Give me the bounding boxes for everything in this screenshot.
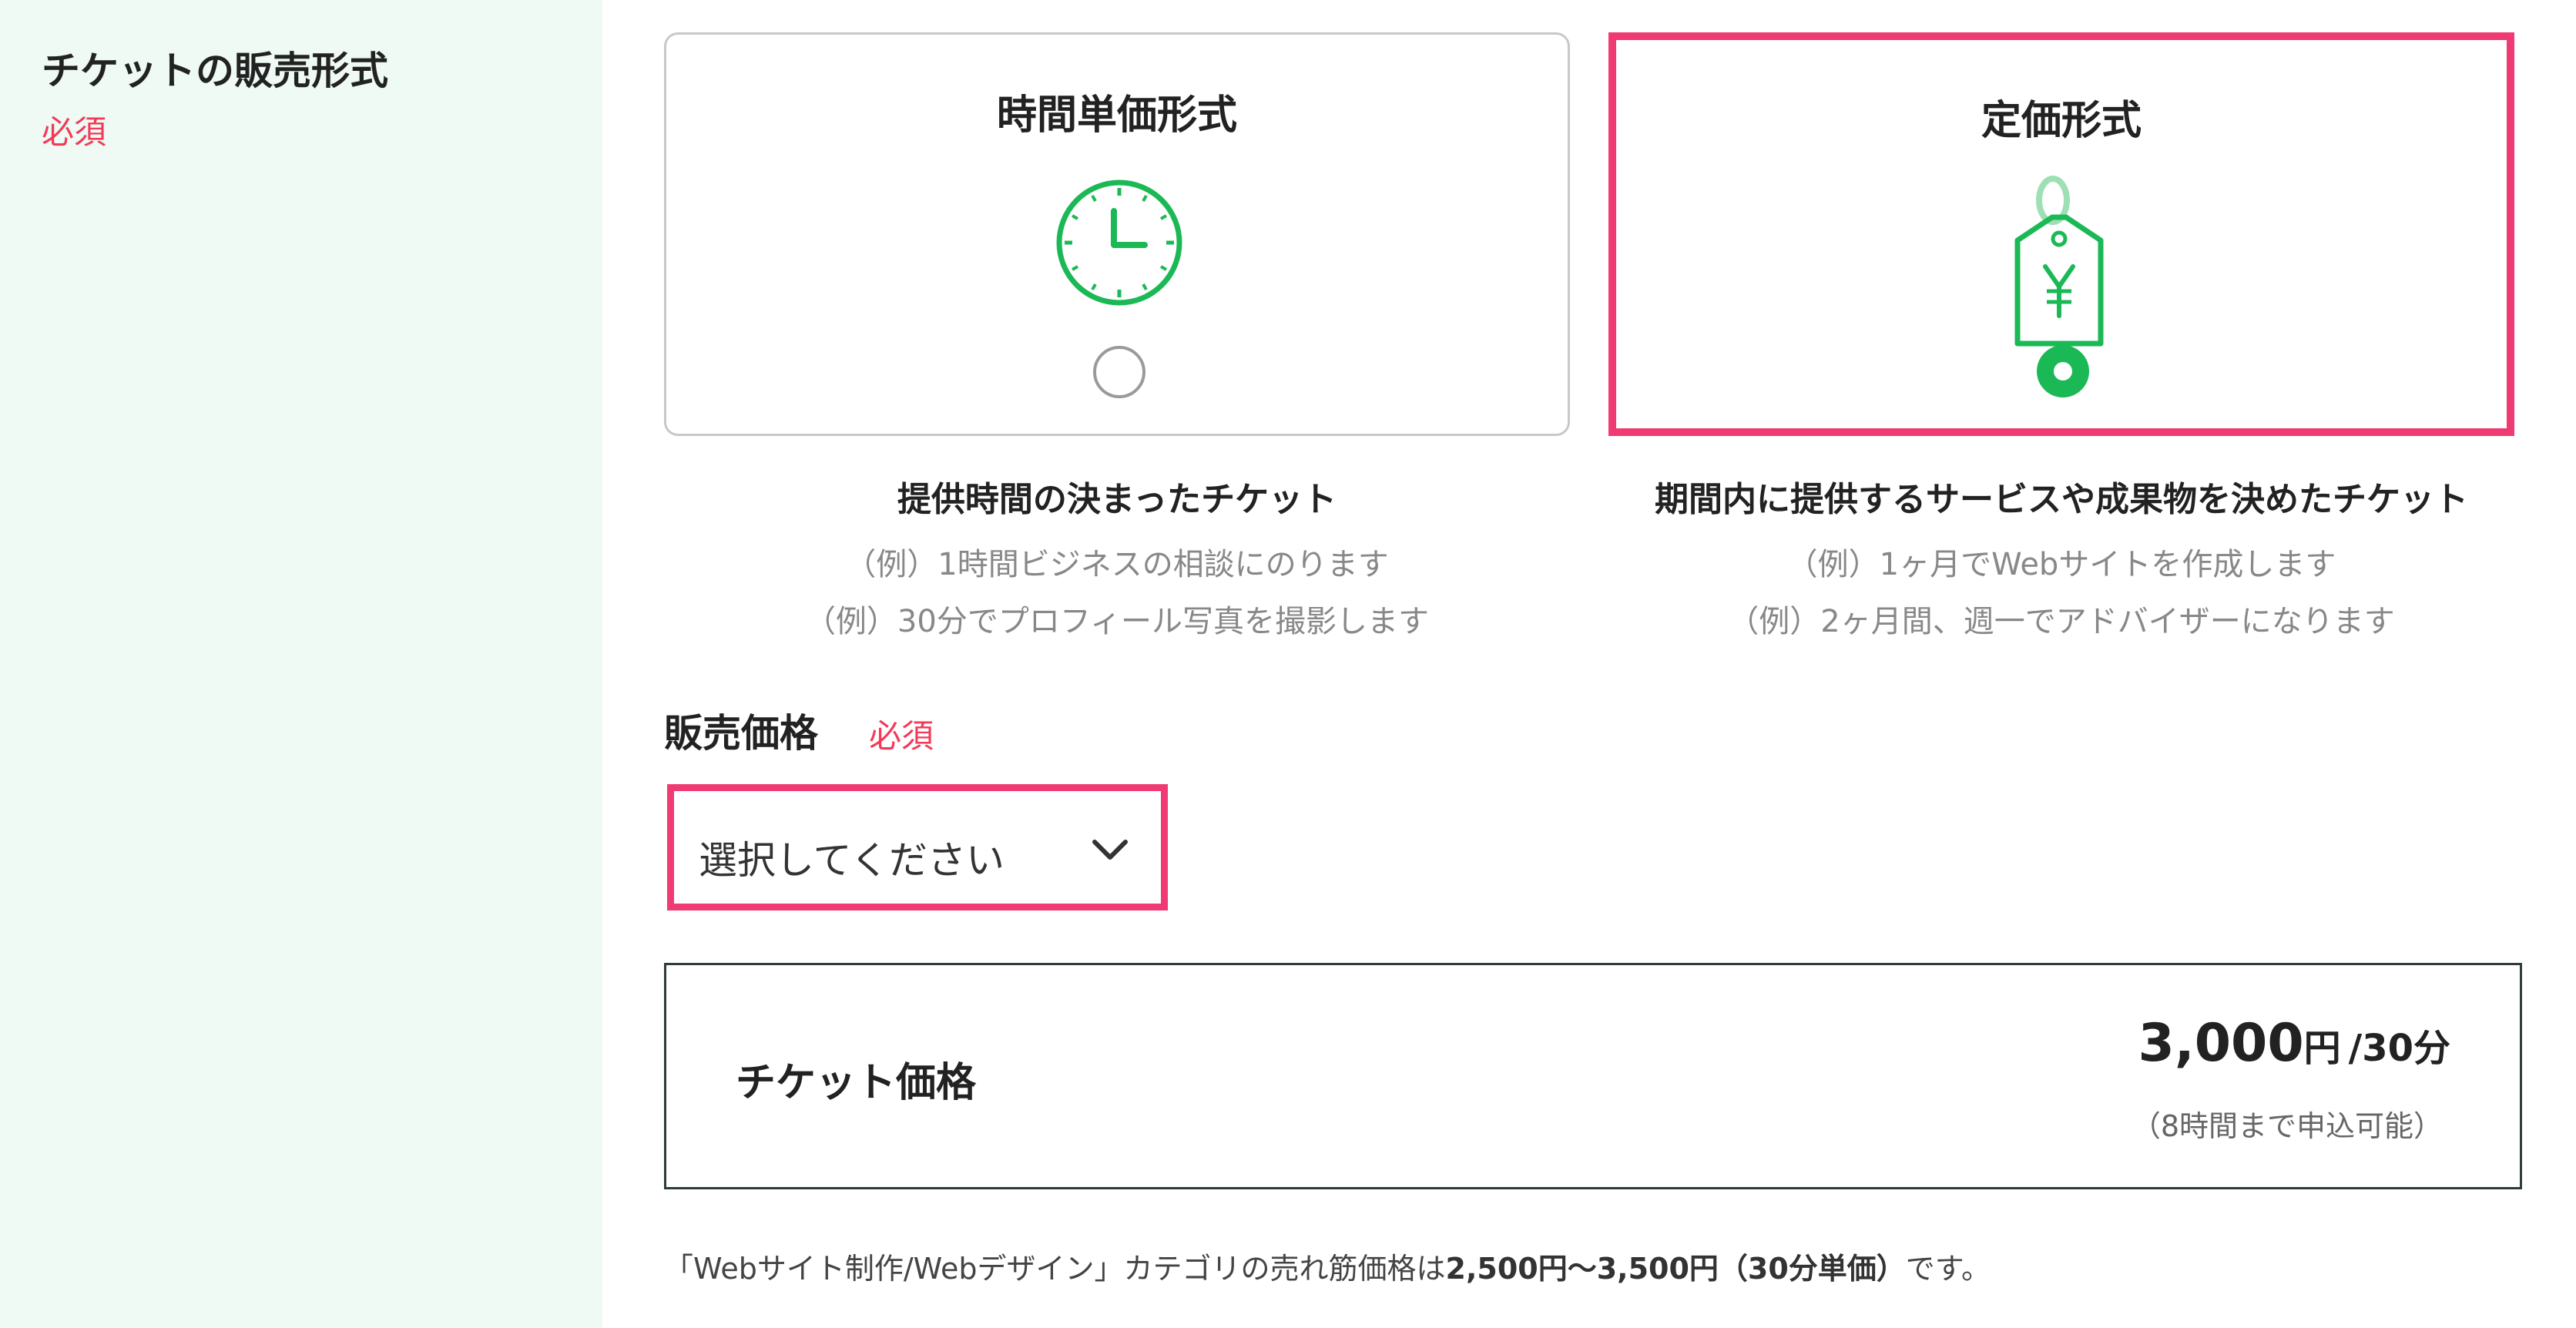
price-label: 販売価格 xyxy=(664,711,818,756)
field-title: チケットの販売形式 xyxy=(42,49,388,93)
sidebar-panel: チケットの販売形式 必須 xyxy=(0,0,602,1328)
card-title-hourly: 時間単価形式 xyxy=(996,92,1237,139)
select-placeholder: 選択してください xyxy=(699,838,1005,883)
price-hint: 「Webサイト制作/Webデザイン」カテゴリの売れ筋価格は2,500円〜3,50… xyxy=(664,1245,1991,1287)
radio-hourly[interactable] xyxy=(1093,346,1145,398)
price-hint-suffix: です。 xyxy=(1905,1252,1991,1286)
ticket-price-note: （8時間まで申込可能） xyxy=(2131,1109,2443,1143)
description-hourly: 提供時間の決まったチケット xyxy=(897,480,1337,519)
example-hourly-1: （例）1時間ビジネスの相談にのります xyxy=(845,547,1389,582)
description-fixed: 期間内に提供するサービスや成果物を決めたチケット xyxy=(1655,480,2468,519)
ticket-price-unit: /30分 xyxy=(2348,1027,2450,1070)
price-tag-yen-icon xyxy=(2014,176,2104,347)
required-badge-price: 必須 xyxy=(869,717,934,755)
radio-fixed-selected[interactable] xyxy=(2037,345,2089,397)
example-hourly-2: （例）30分でプロフィール写真を撮影します xyxy=(804,604,1430,639)
required-badge: 必須 xyxy=(42,113,107,151)
ticket-price-amount: 3,000 xyxy=(2138,1013,2304,1074)
example-fixed-2: （例）2ヶ月間、週一でアドバイザーになります xyxy=(1728,604,2395,639)
ticket-price-label: チケット価格 xyxy=(736,1060,977,1106)
price-hint-range: 2,500円〜3,500円（30分単価） xyxy=(1445,1252,1906,1286)
example-fixed-1: （例）1ヶ月でWebサイトを作成します xyxy=(1786,547,2336,582)
price-hint-prefix: 「Webサイト制作/Webデザイン」カテゴリの売れ筋価格は xyxy=(664,1252,1446,1286)
ticket-price-value: 3,000円/30分 xyxy=(2138,1013,2450,1074)
format-card-fixed[interactable]: 定価形式 xyxy=(1608,32,2514,436)
card-title-fixed: 定価形式 xyxy=(1981,98,2142,144)
clock-icon xyxy=(1056,179,1182,306)
ticket-price-currency: 円 xyxy=(2303,1027,2341,1070)
price-select[interactable]: 選択してください xyxy=(667,784,1168,910)
format-card-hourly[interactable]: 時間単価形式 xyxy=(664,32,1570,436)
chevron-down-icon xyxy=(1092,840,1128,860)
ticket-price-box: チケット価格 3,000円/30分 （8時間まで申込可能） xyxy=(664,963,2522,1189)
